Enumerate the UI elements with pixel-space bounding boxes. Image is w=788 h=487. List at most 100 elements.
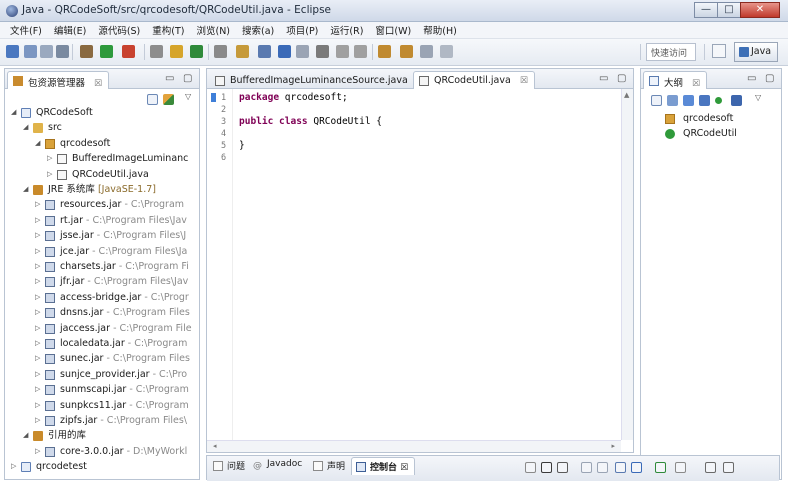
- collapsed-twisty-icon[interactable]: ▷: [35, 259, 43, 274]
- menu-item[interactable]: 窗口(W): [369, 23, 417, 37]
- new-icon[interactable]: [6, 45, 19, 58]
- remove-launch-icon[interactable]: [541, 462, 552, 473]
- tab-package-explorer[interactable]: 包资源管理器 ☒: [7, 71, 110, 89]
- close-tab-icon[interactable]: ☒: [692, 79, 700, 89]
- collapsed-twisty-icon[interactable]: ▷: [35, 413, 43, 428]
- close-tab-icon[interactable]: ☒: [400, 463, 408, 473]
- open-task-icon[interactable]: [236, 45, 249, 58]
- collapsed-twisty-icon[interactable]: ▷: [35, 274, 43, 289]
- maximize-panel-icon[interactable]: ▢: [765, 73, 774, 84]
- forward-icon[interactable]: [420, 45, 433, 58]
- collapsed-twisty-icon[interactable]: ▷: [47, 167, 55, 182]
- tab-javadoc[interactable]: @ Javadoc: [253, 459, 302, 471]
- new-package-icon[interactable]: [170, 45, 183, 58]
- scroll-left-icon[interactable]: ◂: [213, 442, 217, 450]
- menu-item[interactable]: 项目(P): [280, 23, 324, 37]
- menu-item[interactable]: 浏览(N): [190, 23, 236, 37]
- show-whitespace-icon[interactable]: [316, 45, 329, 58]
- minimize-panel-icon[interactable]: ▭: [599, 73, 608, 84]
- tab-qrcodeutil[interactable]: QRCodeUtil.java ☒: [413, 71, 535, 89]
- collapsed-twisty-icon[interactable]: ▷: [35, 197, 43, 212]
- hide-static-icon[interactable]: [699, 95, 710, 106]
- search-icon[interactable]: [258, 45, 271, 58]
- java-perspective-button[interactable]: Java: [734, 42, 778, 62]
- view-menu-icon[interactable]: ▽: [755, 93, 761, 102]
- run-icon[interactable]: [100, 45, 113, 58]
- code-area[interactable]: package qrcodesoft; public class QRCodeUt…: [207, 89, 621, 440]
- collapsed-twisty-icon[interactable]: ▷: [35, 321, 43, 336]
- collapsed-twisty-icon[interactable]: ▷: [35, 213, 43, 228]
- menu-item[interactable]: 源代码(S): [92, 23, 146, 37]
- pin-console-icon[interactable]: [631, 462, 642, 473]
- maximize-panel-icon[interactable]: ▢: [183, 73, 192, 84]
- external-tools-icon[interactable]: [122, 45, 135, 58]
- open-type-icon[interactable]: [214, 45, 227, 58]
- menu-item[interactable]: 搜索(a): [236, 23, 280, 37]
- open-console-icon[interactable]: [675, 462, 686, 473]
- close-tab-icon[interactable]: ☒: [520, 76, 528, 86]
- scroll-lock-icon[interactable]: [597, 462, 608, 473]
- expanded-twisty-icon[interactable]: ◢: [23, 428, 31, 443]
- close-tab-icon[interactable]: ☒: [94, 79, 102, 89]
- minimize-panel-icon[interactable]: ▭: [747, 73, 756, 84]
- prev-annotation-icon[interactable]: [354, 45, 367, 58]
- print-icon[interactable]: [56, 45, 69, 58]
- debug-settings-icon[interactable]: [80, 45, 93, 58]
- hide-fields-icon[interactable]: [683, 95, 694, 106]
- hide-nonpublic-icon[interactable]: [715, 97, 722, 104]
- tab-outline[interactable]: 大纲 ☒: [643, 71, 708, 89]
- pin-icon[interactable]: [440, 45, 453, 58]
- scroll-up-icon[interactable]: ▲: [624, 91, 629, 99]
- minimize-panel-icon[interactable]: ▭: [165, 73, 174, 84]
- clear-console-icon[interactable]: [581, 462, 592, 473]
- open-perspective-button[interactable]: [712, 44, 726, 58]
- menu-item[interactable]: 编辑(E): [48, 23, 92, 37]
- tab-buffered-image-source[interactable]: BufferedImageLuminanceSource.java: [209, 71, 415, 89]
- menu-item[interactable]: 运行(R): [324, 23, 369, 37]
- menu-item[interactable]: 帮助(H): [417, 23, 463, 37]
- block-selection-icon[interactable]: [296, 45, 309, 58]
- maximize-panel-icon[interactable]: ▢: [617, 73, 626, 84]
- new-class-icon[interactable]: [190, 45, 203, 58]
- expanded-twisty-icon[interactable]: ◢: [35, 136, 43, 151]
- sort-icon[interactable]: [667, 95, 678, 106]
- close-button[interactable]: ✕: [740, 2, 780, 18]
- terminate-icon[interactable]: [525, 462, 536, 473]
- remove-all-icon[interactable]: [557, 462, 568, 473]
- save-icon[interactable]: [24, 45, 37, 58]
- save-all-icon[interactable]: [40, 45, 53, 58]
- collapsed-twisty-icon[interactable]: ▷: [35, 382, 43, 397]
- vertical-scrollbar[interactable]: ▲: [621, 89, 633, 440]
- next-annotation-icon[interactable]: [336, 45, 349, 58]
- tab-declaration[interactable]: 声明: [313, 459, 345, 472]
- collapsed-twisty-icon[interactable]: ▷: [11, 459, 19, 474]
- tab-problems[interactable]: 问题: [213, 459, 245, 472]
- collapsed-twisty-icon[interactable]: ▷: [35, 336, 43, 351]
- maximize-panel-icon[interactable]: [723, 462, 734, 473]
- minimize-button[interactable]: —: [694, 2, 718, 18]
- tab-console[interactable]: 控制台 ☒: [351, 457, 416, 475]
- expanded-twisty-icon[interactable]: ◢: [23, 182, 31, 197]
- minimize-panel-icon[interactable]: [705, 462, 716, 473]
- menu-item[interactable]: 文件(F): [4, 23, 48, 37]
- horizontal-scrollbar[interactable]: ◂ ▸: [207, 440, 621, 452]
- mark-occurrences-icon[interactable]: [278, 45, 291, 58]
- toggle-icon[interactable]: [150, 45, 163, 58]
- last-edit-icon[interactable]: [378, 45, 391, 58]
- scroll-right-icon[interactable]: ▸: [611, 442, 615, 450]
- collapsed-twisty-icon[interactable]: ▷: [35, 367, 43, 382]
- collapsed-twisty-icon[interactable]: ▷: [35, 398, 43, 413]
- collapsed-twisty-icon[interactable]: ▷: [47, 151, 55, 166]
- collapsed-twisty-icon[interactable]: ▷: [35, 444, 43, 459]
- quick-access-input[interactable]: 快速访问: [646, 43, 696, 61]
- collapsed-twisty-icon[interactable]: ▷: [35, 351, 43, 366]
- collapsed-twisty-icon[interactable]: ▷: [35, 305, 43, 320]
- display-console-icon[interactable]: [655, 462, 666, 473]
- expanded-twisty-icon[interactable]: ◢: [11, 105, 19, 120]
- back-icon[interactable]: [400, 45, 413, 58]
- collapse-all-icon[interactable]: [651, 95, 662, 106]
- maximize-button[interactable]: □: [717, 2, 741, 18]
- menu-item[interactable]: 重构(T): [146, 23, 190, 37]
- hide-local-types-icon[interactable]: [731, 95, 742, 106]
- collapsed-twisty-icon[interactable]: ▷: [35, 244, 43, 259]
